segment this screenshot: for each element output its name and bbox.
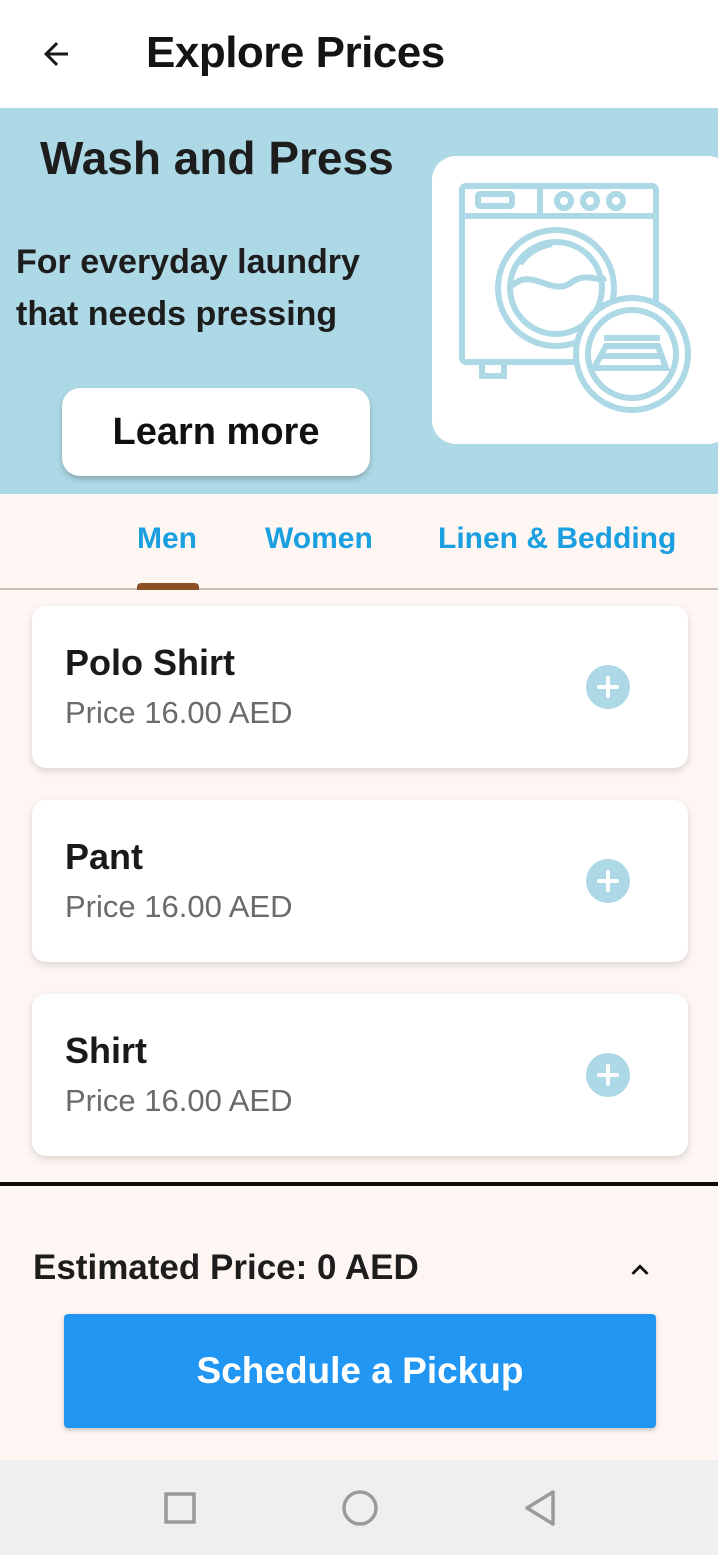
add-icon[interactable] [586, 665, 630, 709]
service-banner: Wash and Press For everyday laundry that… [0, 108, 718, 494]
service-illustration-card [432, 156, 718, 444]
category-tabs: Men Women Linen & Bedding [0, 494, 718, 590]
estimated-price: Estimated Price: 0 AED [33, 1248, 419, 1287]
expand-summary-button[interactable] [618, 1248, 662, 1292]
tab-women[interactable]: Women [265, 522, 373, 556]
add-icon[interactable] [586, 1053, 630, 1097]
square-recents-icon [164, 1492, 196, 1524]
circle-home-icon [342, 1490, 378, 1526]
tab-linen-bedding[interactable]: Linen & Bedding [438, 522, 676, 556]
item-price: Price 16.00 AED [65, 1083, 293, 1118]
add-icon[interactable] [586, 859, 630, 903]
system-back-button[interactable] [520, 1488, 560, 1528]
item-name: Shirt [65, 1030, 148, 1071]
system-nav-bar [0, 1460, 718, 1555]
service-description: For everyday laundry that needs pressing [16, 243, 360, 333]
home-button[interactable] [340, 1488, 380, 1528]
tab-selected-indicator [137, 583, 199, 590]
recents-button[interactable] [160, 1488, 200, 1528]
service-title: Wash and Press [40, 132, 394, 184]
back-button[interactable] [28, 26, 84, 82]
chevron-up-icon [631, 1264, 649, 1275]
page-title: Explore Prices [146, 28, 445, 77]
app-bar: Explore Prices [0, 0, 718, 108]
washing-machine-icon [459, 183, 691, 413]
item-price: Price 16.00 AED [65, 889, 293, 924]
item-price: Price 16.00 AED [65, 695, 293, 730]
list-item: Shirt Price 16.00 AED [32, 994, 688, 1156]
learn-more-button[interactable]: Learn more [62, 388, 370, 476]
price-summary-panel: Estimated Price: 0 AED Schedule a Pickup [0, 1182, 718, 1460]
item-name: Polo Shirt [65, 642, 235, 683]
item-name: Pant [65, 836, 144, 877]
schedule-pickup-button[interactable]: Schedule a Pickup [64, 1314, 656, 1428]
list-item: Polo Shirt Price 16.00 AED [32, 606, 688, 768]
triangle-back-icon [525, 1490, 555, 1526]
list-item: Pant Price 16.00 AED [32, 800, 688, 962]
arrow-back-icon [44, 42, 68, 66]
tab-men[interactable]: Men [137, 522, 197, 556]
